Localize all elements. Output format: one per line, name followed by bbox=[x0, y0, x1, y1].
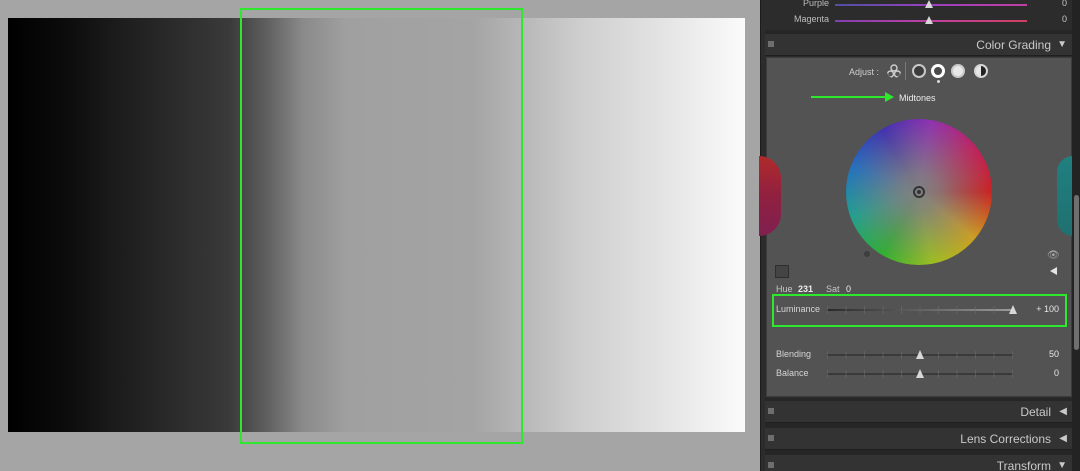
annotation-arrow-line bbox=[811, 96, 887, 98]
hsl-magenta-value[interactable]: 0 bbox=[1062, 14, 1067, 24]
panel-switch-icon[interactable] bbox=[768, 408, 774, 414]
midtones-annotation-box bbox=[240, 8, 523, 444]
shadows-wheel-icon[interactable] bbox=[912, 64, 926, 78]
balance-label: Balance bbox=[776, 368, 809, 378]
wheel-center-dot bbox=[917, 190, 921, 194]
three-way-view-icon[interactable] bbox=[887, 64, 901, 78]
chevron-down-icon[interactable]: ▼ bbox=[1057, 39, 1067, 50]
lens-corrections-title: Lens Corrections bbox=[960, 432, 1051, 446]
adjust-label: Adjust : bbox=[849, 67, 880, 77]
color-grading-body: Adjust : Midtones 👁 Hue 231 Sat 0 Lumina… bbox=[759, 57, 1073, 397]
blending-thumb[interactable] bbox=[916, 350, 924, 359]
midtones-wheel-icon[interactable] bbox=[931, 64, 945, 78]
balance-value[interactable]: 0 bbox=[1054, 368, 1059, 378]
hue-handle-dot[interactable] bbox=[864, 251, 870, 257]
detail-header[interactable]: Detail ◀ bbox=[765, 401, 1073, 423]
hsl-magenta-thumb[interactable] bbox=[925, 16, 933, 24]
scrollbar-thumb[interactable] bbox=[1074, 195, 1079, 350]
sat-value[interactable]: 0 bbox=[846, 284, 851, 294]
hsl-purple-value[interactable]: 0 bbox=[1062, 0, 1067, 8]
global-wheel-icon[interactable] bbox=[974, 64, 988, 78]
luminance-annotation-box bbox=[772, 294, 1067, 327]
transform-header[interactable]: Transform ▼ bbox=[765, 455, 1073, 471]
adjust-divider bbox=[905, 62, 906, 80]
color-swatch[interactable] bbox=[775, 265, 789, 278]
blending-value[interactable]: 50 bbox=[1049, 349, 1059, 359]
color-grading-title: Color Grading bbox=[976, 38, 1051, 52]
develop-panel: Purple 0 Magenta 0 Color Grading ▼ Adjus… bbox=[759, 0, 1080, 471]
shadows-wheel-peek bbox=[759, 156, 781, 236]
panel-scrollbar[interactable] bbox=[1072, 0, 1080, 471]
selected-indicator-dot bbox=[937, 80, 940, 83]
color-grading-header[interactable]: Color Grading ▼ bbox=[765, 34, 1073, 56]
image-canvas bbox=[0, 0, 760, 471]
panel-switch-icon[interactable] bbox=[768, 462, 774, 468]
blending-slider-row: Blending 50 bbox=[767, 346, 1071, 364]
highlights-wheel-peek bbox=[1057, 156, 1073, 236]
midtones-mode-label: Midtones bbox=[899, 93, 936, 103]
hue-value[interactable]: 231 bbox=[798, 284, 813, 294]
triangle-left-icon[interactable] bbox=[1050, 267, 1057, 275]
annotation-arrow-head-icon bbox=[885, 92, 894, 102]
panel-switch-icon[interactable] bbox=[768, 435, 774, 441]
hsl-magenta-label: Magenta bbox=[793, 14, 829, 24]
chevron-left-icon[interactable]: ◀ bbox=[1059, 433, 1067, 444]
hsl-row-purple: Purple 0 bbox=[767, 0, 1067, 14]
transform-title: Transform bbox=[996, 459, 1051, 471]
hsl-row-magenta: Magenta 0 bbox=[767, 14, 1067, 30]
eye-icon[interactable]: 👁 bbox=[1047, 250, 1060, 261]
detail-title: Detail bbox=[1020, 405, 1051, 419]
lens-corrections-header[interactable]: Lens Corrections ◀ bbox=[765, 428, 1073, 450]
highlights-wheel-icon[interactable] bbox=[951, 64, 965, 78]
lightroom-window: Purple 0 Magenta 0 Color Grading ▼ Adjus… bbox=[0, 0, 1080, 471]
hsl-purple-label: Purple bbox=[802, 0, 829, 8]
balance-thumb[interactable] bbox=[916, 369, 924, 378]
hsl-purple-thumb[interactable] bbox=[925, 0, 933, 8]
hue-label: Hue bbox=[776, 284, 793, 294]
blending-label: Blending bbox=[776, 349, 812, 359]
chevron-left-icon[interactable]: ◀ bbox=[1059, 406, 1067, 417]
panel-switch-icon[interactable] bbox=[768, 41, 774, 47]
balance-slider-row: Balance 0 bbox=[767, 365, 1071, 383]
chevron-down-icon[interactable]: ▼ bbox=[1057, 460, 1067, 471]
sat-label: Sat bbox=[826, 284, 840, 294]
